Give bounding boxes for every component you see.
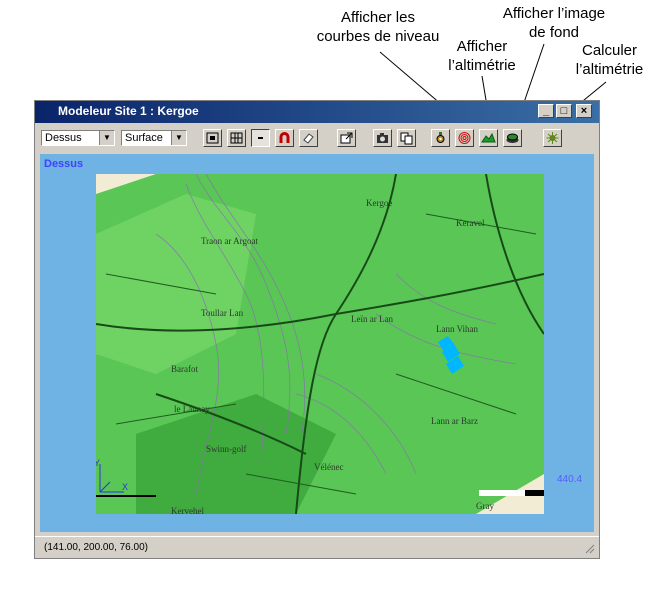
mode-select[interactable]: Surface ▼: [121, 130, 187, 146]
modeler-window: Modeleur Site 1 : Kergoe _ □ × Dessus ▼ …: [34, 100, 600, 559]
grid-icon: [230, 132, 243, 144]
minimize-button[interactable]: _: [538, 104, 554, 118]
maximize-button[interactable]: □: [556, 104, 572, 118]
mode-select-value: Surface: [125, 132, 163, 144]
camera-button[interactable]: [373, 129, 392, 147]
show-background-image-button[interactable]: [503, 129, 522, 147]
cursor-coordinates: (141.00, 200.00, 76.00): [44, 542, 148, 553]
camera-icon: [377, 133, 388, 143]
map-label: Kervehel: [171, 506, 204, 514]
chevron-down-icon: ▼: [99, 131, 114, 145]
svg-text:Y: Y: [96, 458, 100, 468]
map-label: Gray: [476, 501, 494, 511]
toolbar: Dessus ▼ Surface ▼: [35, 125, 599, 151]
title-bar[interactable]: Modeleur Site 1 : Kergoe _ □ ×: [35, 101, 599, 123]
map-label: Lann Vihan: [436, 324, 479, 334]
grid-toggle-button[interactable]: [227, 129, 246, 147]
export-icon: [340, 132, 353, 144]
copy-icon: [400, 132, 413, 145]
map-label: Vélénec: [314, 462, 343, 472]
compute-altimetry-button[interactable]: [543, 129, 562, 147]
map-label: Traon ar Argoat: [201, 236, 258, 246]
callout-compute-altimetry: Calculer l’altimétrie: [575, 42, 644, 78]
magnet-button[interactable]: [275, 129, 294, 147]
map-label: Barafot: [171, 364, 198, 374]
3d-viewport[interactable]: Dessus Kergoe Keravel Traon ar Argoat To…: [40, 154, 594, 532]
scale-bar-black: [525, 490, 544, 496]
map-label: Leïn ar Lan: [351, 314, 393, 324]
scale-label: 440.4: [557, 474, 583, 485]
eraser-button[interactable]: [299, 129, 318, 147]
show-contours-button[interactable]: [455, 129, 474, 147]
callout-show-altimetry: Afficher l’altimétrie: [448, 38, 516, 74]
map-label: Keravel: [456, 218, 485, 228]
map-label: Toullar Lan: [201, 308, 244, 318]
line-tool-button[interactable]: [251, 129, 270, 147]
compute-icon: [546, 132, 559, 144]
map-label: Swinn-golf: [206, 444, 247, 454]
view-select[interactable]: Dessus ▼: [41, 130, 115, 146]
fit-view-button[interactable]: [203, 129, 222, 147]
map-label: Kergoe: [366, 198, 392, 208]
terrain-render: Kergoe Keravel Traon ar Argoat Toullar L…: [96, 174, 544, 514]
eraser-icon: [303, 133, 314, 144]
show-altimetry-button[interactable]: [479, 129, 498, 147]
view-label: Dessus: [44, 158, 84, 170]
export-button[interactable]: [337, 129, 356, 147]
status-bar: (141.00, 200.00, 76.00): [35, 536, 599, 558]
window-title: Modeleur Site 1 : Kergoe: [58, 104, 199, 118]
map-label: Lann ar Barz: [431, 416, 478, 426]
view-select-value: Dessus: [45, 132, 82, 144]
magnet-icon: [279, 132, 290, 143]
resize-grip-icon[interactable]: [585, 544, 595, 554]
callout-show-background: Afficher l’image de fond: [502, 5, 606, 41]
svg-text:X: X: [122, 482, 128, 492]
terrain-icon: [481, 132, 496, 143]
gear-icon: [436, 132, 445, 143]
properties-button[interactable]: [431, 129, 450, 147]
chevron-down-icon: ▼: [171, 131, 186, 145]
copy-button[interactable]: [397, 129, 416, 147]
frame-icon: [206, 132, 219, 144]
contour-lines-icon: [458, 132, 471, 144]
minus-icon: [258, 137, 263, 139]
scale-bar-white: [479, 490, 525, 496]
terrain-map[interactable]: Kergoe Keravel Traon ar Argoat Toullar L…: [96, 174, 544, 514]
close-button[interactable]: ×: [576, 104, 592, 118]
layers-icon: [506, 133, 519, 143]
callout-show-contours: Afficher les courbes de niveau: [316, 9, 440, 45]
map-label: le Launay: [174, 404, 210, 414]
